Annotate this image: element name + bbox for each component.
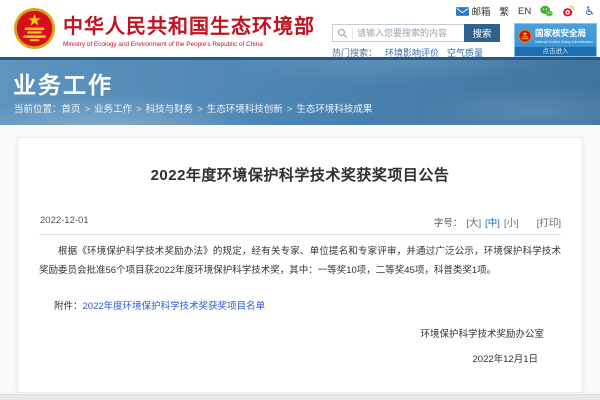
signature: 环境保护科学技术奖励办公室 bbox=[420, 326, 544, 340]
search-box: 搜索 bbox=[332, 24, 500, 42]
accessibility-icon[interactable]: ♿ bbox=[584, 5, 595, 17]
nnsa-title: 国家核安全局 bbox=[535, 27, 593, 39]
attachment-label: 附件： bbox=[54, 301, 83, 312]
article-paragraph: 根据《环境保护科学技术奖励办法》的规定，经有关专家、单位提名和专家评审，并通过广… bbox=[39, 242, 561, 280]
font-size-large-button[interactable]: [大] bbox=[466, 218, 481, 229]
breadcrumb-separator: > bbox=[287, 104, 293, 115]
breadcrumb-home[interactable]: 首页 bbox=[62, 104, 81, 115]
english-link[interactable]: EN bbox=[518, 6, 531, 17]
content-area: 2022年度环境保护科学技术奖获奖项目公告 2022-12-01 字号：[大] [… bbox=[0, 125, 600, 394]
traditional-chinese-link[interactable]: 繁 bbox=[500, 4, 510, 18]
page: 中华人民共和国生态环境部 Ministry of Ecology and Env… bbox=[0, 0, 600, 400]
search-input-wrap bbox=[332, 24, 464, 42]
breadcrumb-separator: > bbox=[136, 104, 142, 115]
print-button[interactable]: [打印] bbox=[537, 218, 561, 229]
search-input[interactable] bbox=[357, 28, 460, 38]
site-title: 中华人民共和国生态环境部 bbox=[63, 10, 315, 39]
nnsa-banner[interactable]: 国家核安全局 National Nuclear Safety Administr… bbox=[514, 23, 597, 57]
china-national-emblem-icon bbox=[13, 7, 56, 50]
publish-date: 2022-12-01 bbox=[40, 215, 89, 229]
site-subtitle: Ministry of Ecology and Environment of t… bbox=[63, 41, 315, 48]
section-banner: 业务工作 当前位置：首页>业务工作>科技与财务>生态环境科技创新>生态环境科技成… bbox=[0, 60, 600, 125]
font-size-medium-button[interactable]: [中] bbox=[485, 218, 500, 229]
nnsa-emblem-icon bbox=[518, 29, 532, 43]
nnsa-main: 国家核安全局 National Nuclear Safety Administr… bbox=[515, 24, 596, 44]
article-meta: 2022-12-01 字号：[大] [中] [小] [打印] bbox=[40, 215, 561, 229]
utility-bar: 邮箱 繁 EN bbox=[456, 4, 596, 18]
nnsa-subtitle: National Nuclear Safety Administration bbox=[535, 40, 593, 44]
bottom-strip bbox=[0, 394, 600, 400]
search-button[interactable]: 搜索 bbox=[464, 24, 500, 42]
attachment-row: 附件：2022年度环境保护科学技术奖获奖项目名单 bbox=[54, 298, 265, 312]
weibo-icon[interactable] bbox=[562, 5, 575, 17]
breadcrumb-eco-achievements[interactable]: 生态环境科技成果 bbox=[296, 104, 372, 115]
breadcrumb-scitech-finance[interactable]: 科技与财务 bbox=[146, 104, 194, 115]
wechat-bubbles-icon bbox=[540, 5, 553, 17]
attachment-link[interactable]: 2022年度环境保护科学技术奖获奖项目名单 bbox=[83, 301, 266, 312]
breadcrumb-business[interactable]: 业务工作 bbox=[94, 104, 132, 115]
nnsa-text: 国家核安全局 National Nuclear Safety Administr… bbox=[535, 27, 593, 44]
logo-text: 中华人民共和国生态环境部 Ministry of Ecology and Env… bbox=[63, 10, 315, 48]
section-title: 业务工作 bbox=[13, 66, 113, 100]
breadcrumb-separator: > bbox=[197, 104, 203, 115]
article-card: 2022年度环境保护科学技术奖获奖项目公告 2022-12-01 字号：[大] [… bbox=[17, 137, 583, 393]
font-size-label: 字号： bbox=[434, 218, 463, 229]
breadcrumb-separator: > bbox=[85, 104, 91, 115]
breadcrumb: 当前位置：首页>业务工作>科技与财务>生态环境科技创新>生态环境科技成果 bbox=[14, 101, 372, 115]
weibo-eye-icon bbox=[562, 5, 575, 17]
mail-link[interactable]: 邮箱 bbox=[456, 4, 491, 18]
site-logo[interactable]: 中华人民共和国生态环境部 Ministry of Ecology and Env… bbox=[13, 7, 315, 50]
article-title: 2022年度环境保护科学技术奖获奖项目公告 bbox=[18, 164, 582, 185]
signature-date: 2022年12月1日 bbox=[473, 351, 538, 365]
wechat-icon[interactable] bbox=[540, 5, 553, 17]
font-size-small-button[interactable]: [小] bbox=[504, 218, 519, 229]
site-header: 中华人民共和国生态环境部 Ministry of Ecology and Env… bbox=[0, 0, 600, 57]
envelope-icon bbox=[456, 7, 469, 16]
breadcrumb-eco-innovation[interactable]: 生态环境科技创新 bbox=[207, 104, 283, 115]
meta-tools: 字号：[大] [中] [小] [打印] bbox=[434, 215, 561, 229]
breadcrumb-label: 当前位置： bbox=[14, 104, 62, 115]
mail-label: 邮箱 bbox=[472, 4, 491, 18]
search-icon bbox=[337, 28, 353, 39]
meta-divider bbox=[39, 234, 561, 235]
nnsa-enter-label[interactable]: 点击进入 bbox=[515, 47, 596, 56]
